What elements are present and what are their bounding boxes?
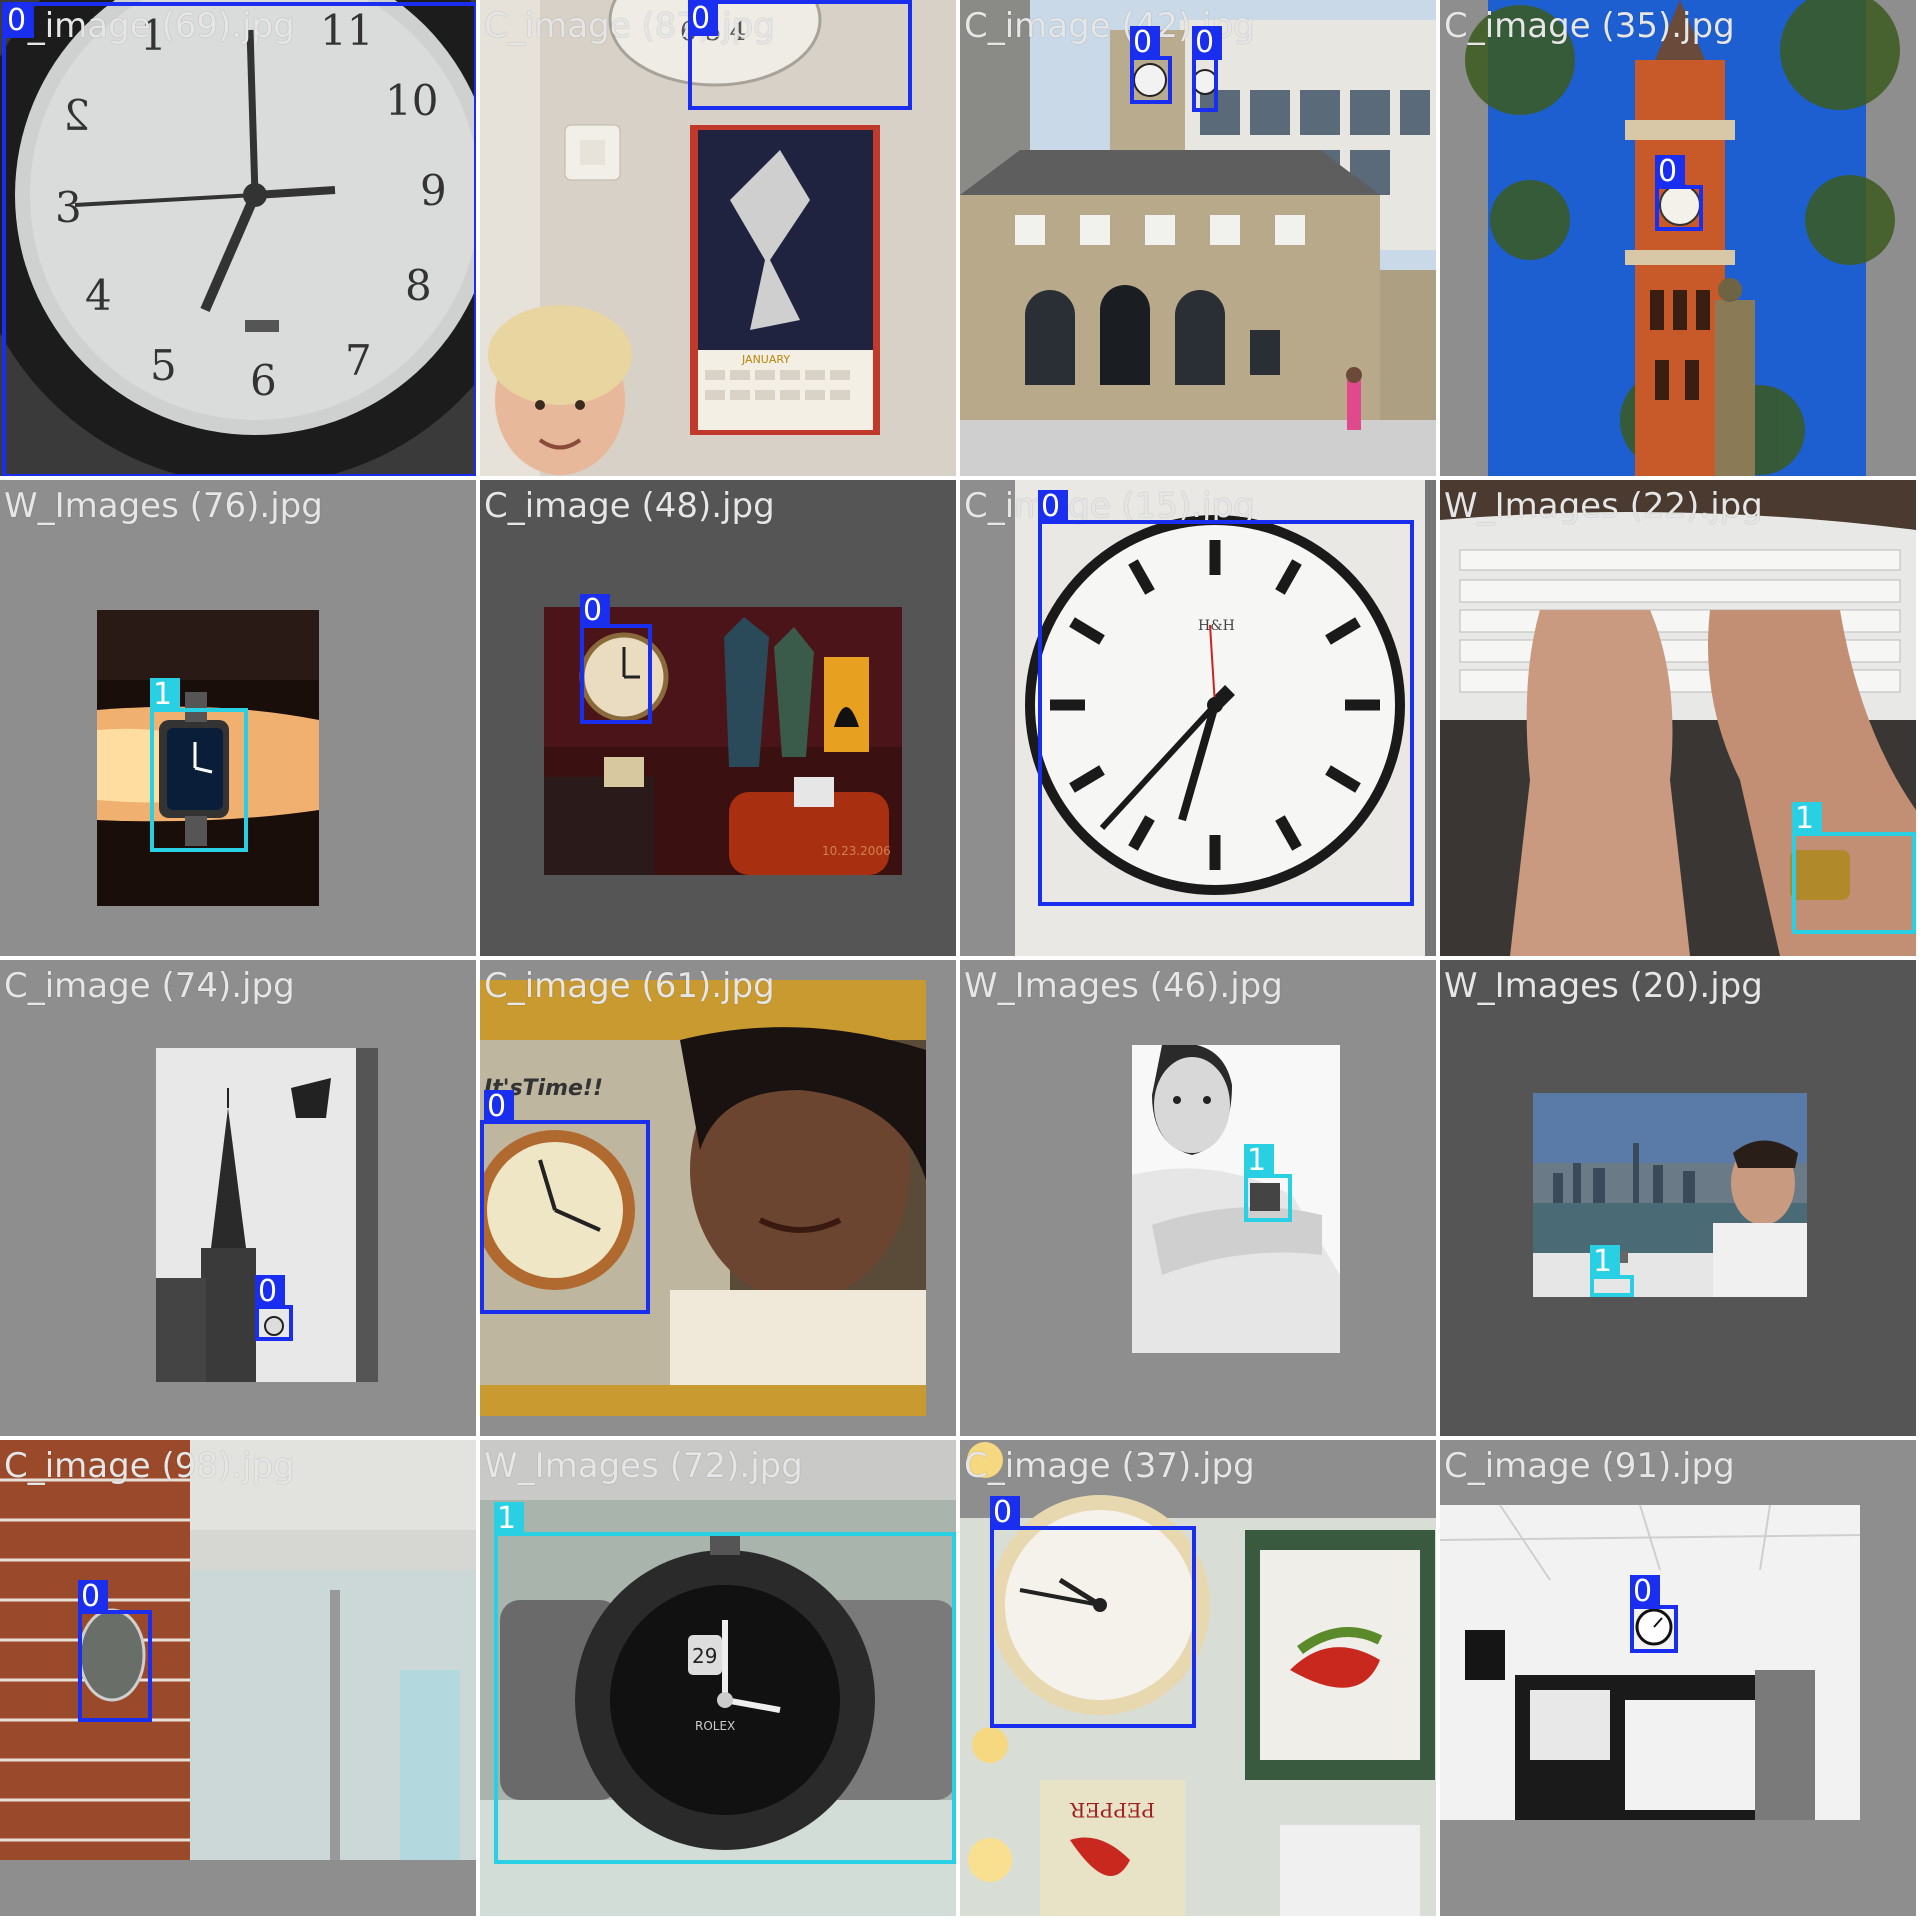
photo-bw-room <box>1440 1440 1916 1916</box>
clock-bounding-box: 0 <box>2 2 476 476</box>
tile-filename: W_Images (72).jpg <box>484 1446 803 1486</box>
tile-13[interactable]: 29 ROLEX W_Images (72).jpg 1 <box>480 1440 956 1916</box>
class-label: 0 <box>580 594 610 628</box>
class-label: 0 <box>990 1496 1020 1530</box>
class-label: 0 <box>1038 490 1068 524</box>
clock-bounding-box: 0 <box>255 1275 293 1341</box>
tile-2[interactable]: C_image (42).jpg 0 0 <box>960 0 1436 476</box>
class-label: 0 <box>255 1275 285 1309</box>
watch-bounding-box: 1 <box>150 678 248 852</box>
class-label: 0 <box>1655 155 1685 189</box>
tile-filename: C_image (35).jpg <box>1444 6 1735 46</box>
tile-4[interactable]: W_Images (76).jpg 1 <box>0 480 476 956</box>
tile-filename: W_Images (22).jpg <box>1444 486 1763 526</box>
watch-bounding-box: 1 <box>1792 802 1916 934</box>
class-label: 0 <box>78 1580 108 1614</box>
tile-3[interactable]: C_image (35).jpg 0 <box>1440 0 1916 476</box>
tile-8[interactable]: C_image (74).jpg 0 <box>0 960 476 1436</box>
tile-7[interactable]: W_Images (22).jpg 1 <box>1440 480 1916 956</box>
class-label: 1 <box>1792 802 1822 836</box>
photo-bw-portrait <box>1132 1045 1340 1353</box>
class-label: 0 <box>4 4 34 38</box>
clock-bounding-box: 0 <box>1130 26 1172 104</box>
tile-filename: C_image (61).jpg <box>484 966 775 1006</box>
tile-0[interactable]: 2 3 4 5 6 7 8 9 10 11 1 C_image (69).jpg… <box>0 0 476 476</box>
class-label: 0 <box>1192 26 1222 60</box>
tile-filename: W_Images (46).jpg <box>964 966 1283 1006</box>
photo-office-brick-wall <box>0 1440 476 1916</box>
clock-bounding-box: 0 <box>480 1090 650 1314</box>
tile-filename: C_image (48).jpg <box>484 486 775 526</box>
photo-man-skyline <box>1533 1093 1807 1297</box>
tile-14[interactable]: PEPPER C_image (37).jpg 0 <box>960 1440 1436 1916</box>
tile-filename: W_Images (76).jpg <box>4 486 323 526</box>
clock-bounding-box: 0 <box>78 1580 152 1722</box>
calendar-month: JANUARY <box>741 353 790 366</box>
tile-filename: C_image (91).jpg <box>1444 1446 1735 1486</box>
clock-bounding-box: 0 <box>990 1496 1196 1728</box>
clock-bounding-box: 0 <box>1038 490 1414 906</box>
class-label: 1 <box>1590 1245 1620 1279</box>
class-label: 0 <box>484 1090 514 1124</box>
tile-5[interactable]: 10.23.2006 C_image (48).jpg 0 <box>480 480 956 956</box>
photo-brick-clock-tower <box>1440 0 1916 476</box>
tile-filename: C_image (98).jpg <box>4 1446 295 1486</box>
class-label: 0 <box>688 2 718 36</box>
tile-11[interactable]: W_Images (20).jpg 1 <box>1440 960 1916 1436</box>
tile-filename: W_Images (20).jpg <box>1444 966 1763 1006</box>
class-label: 1 <box>150 678 180 712</box>
class-label: 0 <box>1630 1575 1660 1609</box>
watch-bounding-box: 1 <box>1244 1144 1292 1222</box>
tile-filename: C_image (37).jpg <box>964 1446 1255 1486</box>
clock-bounding-box: 0 <box>688 0 912 110</box>
tile-1[interactable]: 6 5 4 JANUARY C_image (87).jpg 0 <box>480 0 956 476</box>
tile-10[interactable]: W_Images (46).jpg 1 <box>960 960 1436 1436</box>
class-label: 1 <box>494 1502 524 1536</box>
date-stamp: 10.23.2006 <box>822 844 891 858</box>
tile-6[interactable]: H&H C_image (15).jpg 0 <box>960 480 1436 956</box>
class-label: 1 <box>1244 1144 1274 1178</box>
class-label: 0 <box>1130 26 1160 60</box>
tile-9[interactable]: It'sTime!! C_image (61).jpg 0 <box>480 960 956 1436</box>
watch-bounding-box: 1 <box>494 1502 956 1864</box>
clock-bounding-box: 0 <box>580 594 652 724</box>
clock-bounding-box: 0 <box>1655 155 1703 231</box>
clock-bounding-box: 0 <box>1192 26 1222 112</box>
image-grid: 2 3 4 5 6 7 8 9 10 11 1 C_image (69).jpg… <box>0 0 1920 1920</box>
tile-filename: C_image (74).jpg <box>4 966 295 1006</box>
tile-15[interactable]: C_image (91).jpg 0 <box>1440 1440 1916 1916</box>
tile-12[interactable]: C_image (98).jpg 0 <box>0 1440 476 1916</box>
clock-bounding-box: 0 <box>1630 1575 1678 1653</box>
seed-packet-text: PEPPER <box>1069 1798 1155 1822</box>
watch-bounding-box: 1 <box>1590 1245 1634 1297</box>
